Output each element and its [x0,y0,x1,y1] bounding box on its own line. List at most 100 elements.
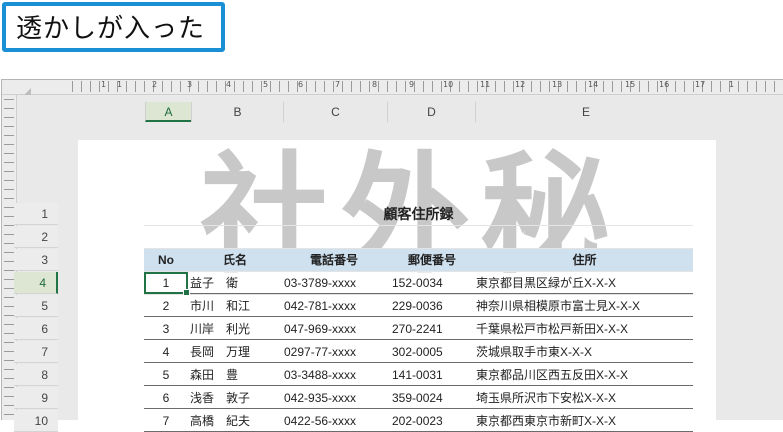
ruler-number: 1 [117,80,123,89]
cell-phone[interactable]: 0297-77-xxxx [280,341,384,363]
ruler-tick [711,81,712,92]
ruler-tick [198,81,199,92]
ruler-tick [252,81,253,92]
column-header-b[interactable]: B [191,102,283,122]
sheet-title[interactable]: 顧客住所録 [144,203,693,225]
cell-address[interactable]: 東京都西東京市新町X-X-X [472,410,693,432]
ruler-tick [684,81,685,92]
cell-name[interactable]: 益子 衛 [188,272,280,294]
row-header-3[interactable]: 3 [14,249,58,271]
header-phone[interactable]: 電話番号 [280,249,384,271]
ruler-tick [4,108,14,109]
cell-no[interactable]: 6 [144,387,188,409]
cell-name[interactable]: 長岡 万理 [188,341,280,363]
cell-name[interactable]: 森田 豊 [188,364,280,386]
cell-no[interactable]: 2 [144,295,188,317]
table-row: 7 高橋 紀夫 0422-56-xxxx 202-0023 東京都西東京市新町X-X-X [144,410,693,432]
ruler-tick [738,81,739,92]
ruler-tick [4,369,14,370]
ruler-tick [243,81,244,92]
ruler-tick [369,81,370,92]
cell-zip[interactable]: 270-2241 [384,318,472,340]
cell-zip[interactable]: 229-0036 [384,295,472,317]
ruler-number: 10 [443,80,454,89]
cell-address[interactable]: 東京都品川区西五反田X-X-X [472,364,693,386]
column-header-a[interactable]: A [145,102,191,122]
row-header-7[interactable]: 7 [14,341,58,363]
ruler-tick [279,81,280,92]
ruler-number: 9 [409,80,415,89]
cell-no[interactable]: 7 [144,410,188,432]
ruler-tick [504,81,505,92]
column-header-d[interactable]: D [387,102,475,122]
ruler-tick [351,81,352,92]
cell-phone[interactable]: 03-3789-xxxx [280,272,384,294]
table-header-row: No 氏名 電話番号 郵便番号 住所 [144,249,693,271]
header-no[interactable]: No [144,249,188,271]
active-cell-selection[interactable] [144,272,190,296]
cell-name[interactable]: 高橋 紀夫 [188,410,280,432]
row-header-9[interactable]: 9 [14,387,58,409]
cell-name[interactable]: 浅香 敦子 [188,387,280,409]
cell-address[interactable]: 茨城県取手市東X-X-X [472,341,693,363]
cell-phone[interactable]: 0422-56-xxxx [280,410,384,432]
row-header-1[interactable]: 1 [14,203,58,225]
ruler-tick [4,378,14,379]
ruler-tick [4,306,14,307]
ruler-tick [657,81,658,92]
cell-zip[interactable]: 202-0023 [384,410,472,432]
row-header-2[interactable]: 2 [14,226,58,248]
row-header-8[interactable]: 8 [14,364,58,386]
table-row: 3 川岸 利光 047-969-xxxx 270-2241 千葉県松戸市松戸新田X-X-… [144,318,693,340]
ruler-tick [531,81,532,92]
column-header-e[interactable]: E [475,102,696,122]
ruler-tick [4,153,14,154]
cell-no[interactable]: 3 [144,318,188,340]
ruler-tick [315,81,316,92]
ruler-tick [4,207,14,208]
header-address[interactable]: 住所 [472,249,693,271]
ruler-tick [4,162,14,163]
ruler-tick [4,189,14,190]
cell-phone[interactable]: 042-781-xxxx [280,295,384,317]
cell-zip[interactable]: 302-0005 [384,341,472,363]
ruler-tick [216,81,217,92]
header-name[interactable]: 氏名 [188,249,280,271]
cell-zip[interactable]: 141-0031 [384,364,472,386]
cell-phone[interactable]: 047-969-xxxx [280,318,384,340]
ruler-tick [423,81,424,92]
cell-no[interactable]: 4 [144,341,188,363]
cell-name[interactable]: 川岸 利光 [188,318,280,340]
ruler-tick [207,81,208,92]
select-all-corner[interactable] [16,80,31,95]
ruler-tick [90,81,91,92]
ruler-tick [477,81,478,92]
ruler-tick [585,81,586,92]
ruler-tick [459,81,460,92]
table-row: 5 森田 豊 03-3488-xxxx 141-0031 東京都品川区西五反田X-X-X [144,364,693,386]
cell-address[interactable]: 神奈川県相模原市富士見X-X-X [472,295,693,317]
header-zip[interactable]: 郵便番号 [384,249,472,271]
row-header-10[interactable]: 10 [14,410,58,432]
row-header-4[interactable]: 4 [14,272,58,294]
cell-zip[interactable]: 359-0024 [384,387,472,409]
ruler-tick [441,81,442,92]
row-header-5[interactable]: 5 [14,295,58,317]
ruler-number: 4 [226,80,232,89]
ruler-tick [4,414,14,415]
ruler-tick [774,81,775,92]
cell-address[interactable]: 埼玉県所沢市下安松X-X-X [472,387,693,409]
ruler-number: 8 [372,80,378,89]
ruler-tick [126,81,127,92]
cell-name[interactable]: 市川 和江 [188,295,280,317]
cell-phone[interactable]: 042-935-xxxx [280,387,384,409]
cell-phone[interactable]: 03-3488-xxxx [280,364,384,386]
cell-no[interactable]: 5 [144,364,188,386]
cell-address[interactable]: 千葉県松戸市松戸新田X-X-X [472,318,693,340]
row-header-6[interactable]: 6 [14,318,58,340]
caption-box: 透かしが入った [2,2,225,52]
cell-zip[interactable]: 152-0034 [384,272,472,294]
cell-address[interactable]: 東京都目黒区緑が丘X-X-X [472,272,693,294]
column-header-c[interactable]: C [283,102,387,122]
ruler-tick [720,81,721,92]
